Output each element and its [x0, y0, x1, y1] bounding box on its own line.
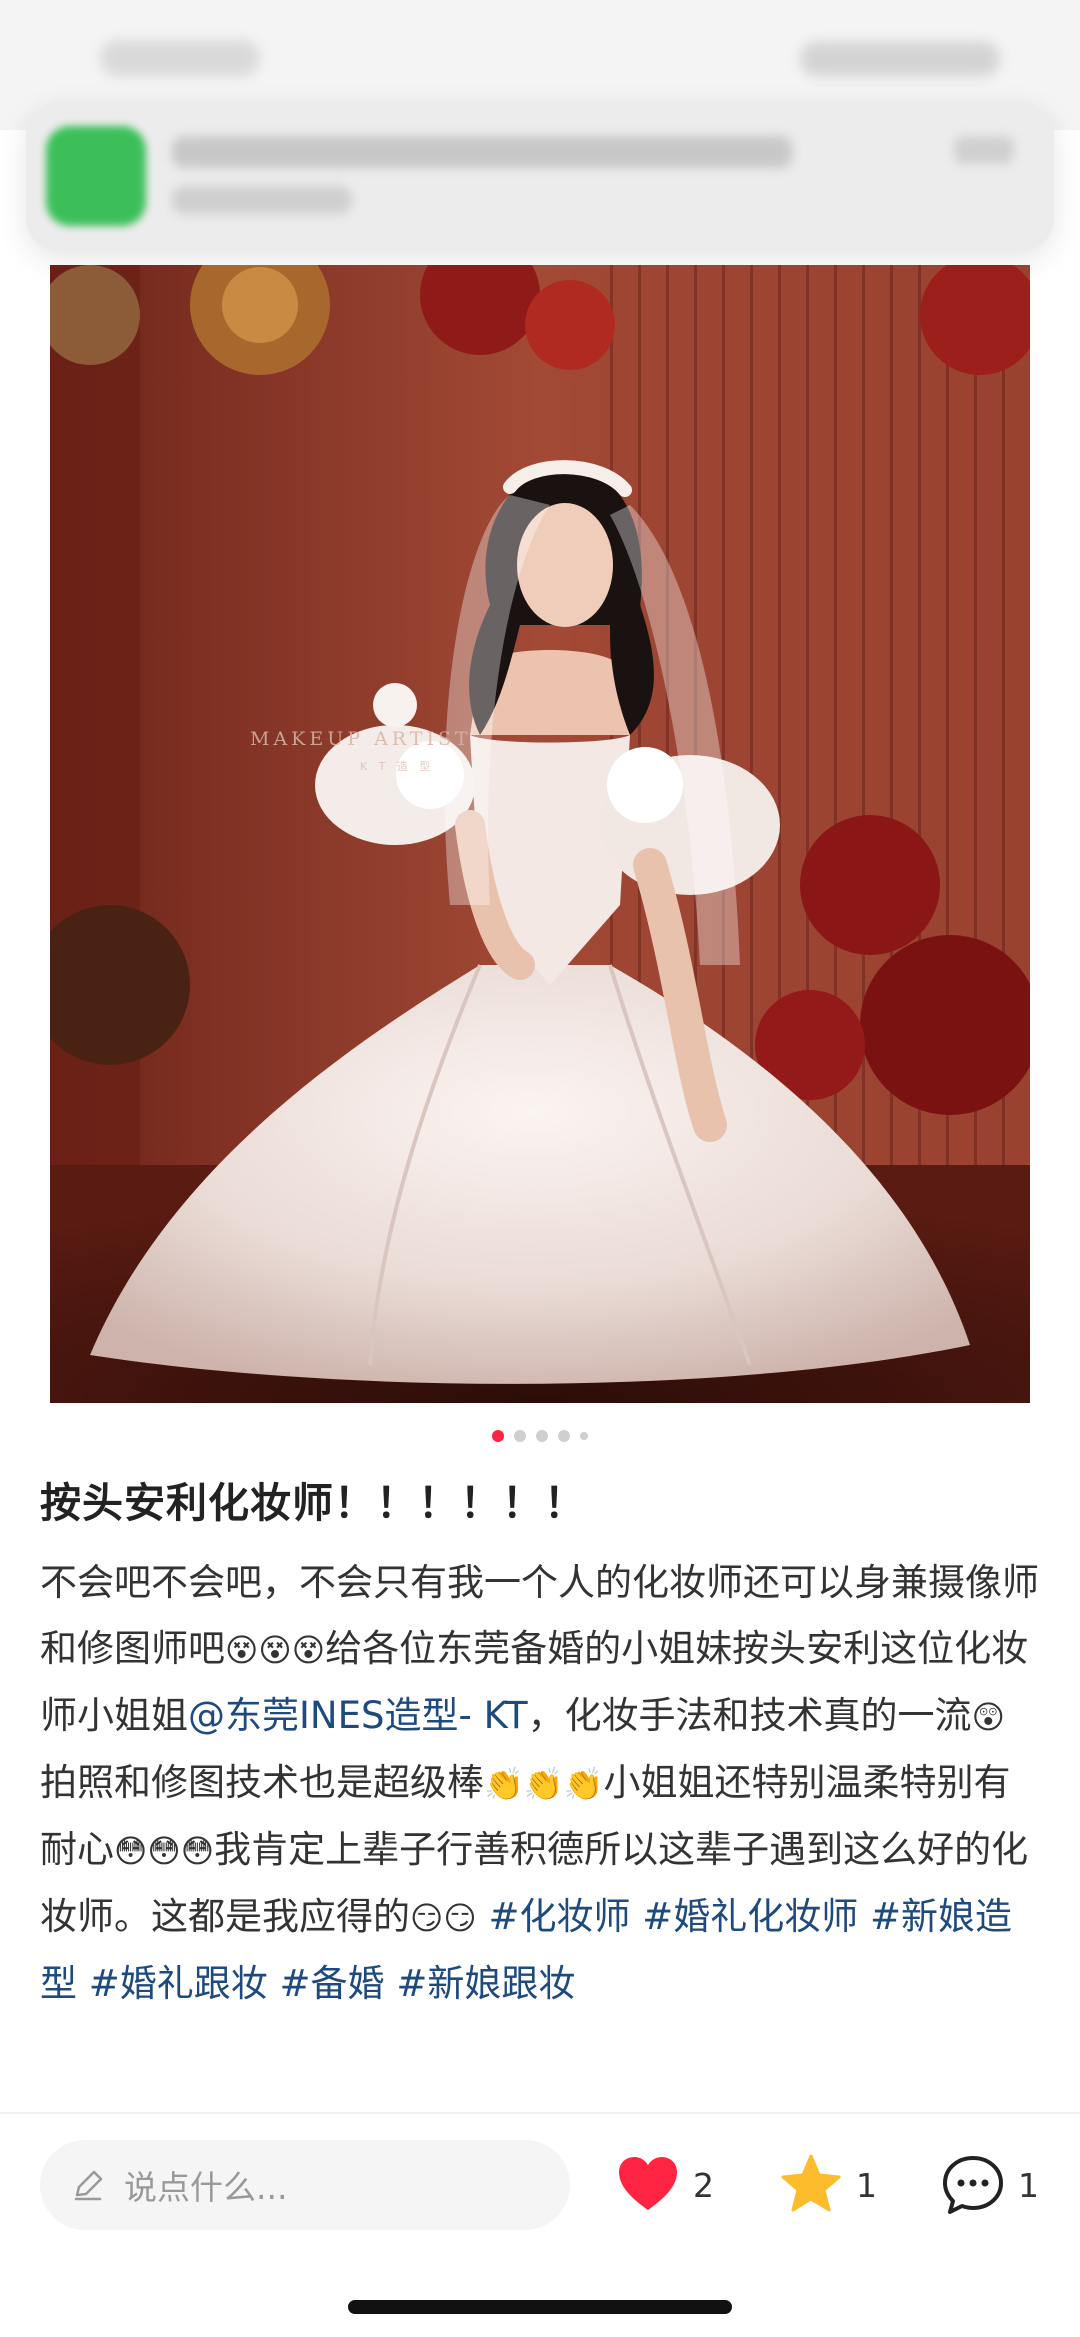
watermark-line-2: K T 造 型: [360, 759, 434, 773]
notification-title-blurred: [172, 136, 792, 168]
star-icon: [781, 2154, 841, 2212]
carousel-indicator: [0, 1426, 1080, 1446]
heart-icon: [619, 2157, 677, 2210]
mention-link[interactable]: @东莞INES造型- KT: [188, 1694, 528, 1737]
post-photo[interactable]: MAKEUP ARTIST K T 造 型: [50, 265, 1030, 1403]
comment-count: 1: [1018, 2165, 1039, 2205]
notification-banner[interactable]: [26, 102, 1054, 252]
post-body: 不会吧不会吧，不会只有我一个人的化妆师还可以身兼摄像师和修图师吧😵😵😵给各位东莞…: [40, 1550, 1040, 2017]
comment-button[interactable]: 1: [940, 2150, 1039, 2220]
hashtag-link[interactable]: #化妆师: [488, 1895, 630, 1938]
emoji-sticker: 😲: [971, 1698, 1005, 1736]
status-time-blurred: [100, 40, 260, 76]
post-title: 按头安利化妆师！！！！！！: [40, 1479, 586, 1527]
comment-placeholder: 说点什么...: [124, 2168, 288, 2207]
carousel-dot-5[interactable]: [580, 1432, 588, 1440]
divider: [0, 2112, 1080, 2114]
like-count: 2: [693, 2165, 714, 2205]
hashtag-link[interactable]: #备婚: [280, 1962, 385, 2005]
carousel-dot-3[interactable]: [536, 1430, 548, 1442]
body-text: 拍照和修图技术也是超级棒: [40, 1761, 484, 1804]
emoji-sticker: 😳😳😳: [114, 1832, 215, 1870]
collect-count: 1: [856, 2165, 877, 2205]
carousel-dot-2[interactable]: [514, 1430, 526, 1442]
status-icons-blurred: [800, 42, 1000, 76]
wechat-app-icon: [46, 126, 146, 226]
hashtag-link[interactable]: #新娘跟妆: [396, 1962, 575, 2005]
carousel-dot-1[interactable]: [492, 1430, 504, 1442]
home-indicator[interactable]: [348, 2300, 732, 2314]
notification-body-blurred: [172, 186, 352, 214]
carousel-dot-4[interactable]: [558, 1430, 570, 1442]
emoji-sticker: 😏😏: [410, 1899, 477, 1937]
notification-time-blurred: [954, 136, 1014, 164]
clapping-emoji: 👏👏👏: [484, 1765, 604, 1803]
comment-input[interactable]: 说点什么...: [40, 2140, 570, 2230]
like-button[interactable]: 2: [615, 2150, 714, 2220]
body-text: ，化妆手法和技术真的一流: [527, 1694, 972, 1737]
watermark-line-1: MAKEUP ARTIST: [250, 728, 472, 750]
speech-bubble-icon: [943, 2156, 1003, 2214]
hashtag-link[interactable]: #婚礼跟妆: [89, 1962, 268, 2005]
hashtag-link[interactable]: #婚礼化妆师: [642, 1895, 858, 1938]
pencil-icon: [74, 2170, 103, 2201]
collect-button[interactable]: 1: [778, 2150, 877, 2220]
emoji-sticker: 😵😵😵: [225, 1631, 326, 1669]
